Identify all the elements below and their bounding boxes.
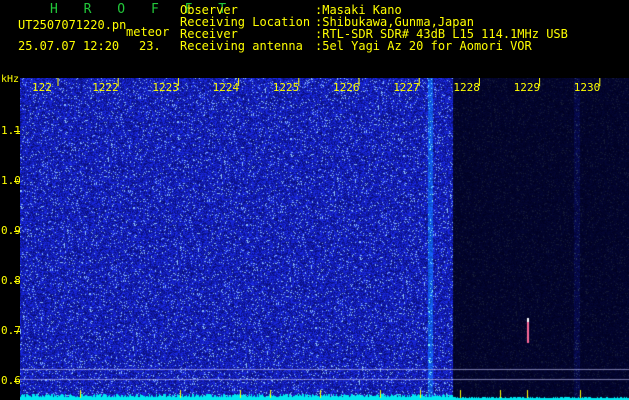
top-tick-label: 1223 [152, 81, 179, 94]
axis-unit-label: kHz [1, 74, 20, 85]
info-antenna: Receiving antenna :5el Yagi Az 20 for Aom… [180, 40, 568, 52]
top-tick-label: 1226 [333, 81, 360, 94]
top-tick-label: 1230 [574, 81, 601, 94]
file-name: UT2507071220.pn [18, 18, 127, 32]
top-tick-label: 1227 [393, 81, 420, 94]
info-value: :5el Yagi Az 20 for Aomori VOR [315, 39, 532, 53]
top-tick-label: 1228 [453, 81, 480, 94]
top-tick-label: 122 [32, 81, 52, 94]
top-tick-label: 1229 [514, 81, 541, 94]
header-panel: H R O F F T UT2507071220.pn meteor 25.07… [0, 0, 629, 78]
meteor-tag: meteor [126, 25, 170, 39]
top-tick-label: 1222 [92, 81, 119, 94]
counter-value: 23. [139, 39, 161, 53]
top-tick-label: 1224 [213, 81, 240, 94]
waterfall-overlay: 122 1222 1223 1224 1225 1226 1227 1228 1229 1230 [32, 78, 601, 94]
top-tick-label: 1225 [273, 81, 300, 94]
waterfall-display: 122 1222 1223 1224 1225 1226 1227 1228 1229 1230 [20, 78, 629, 400]
station-info: Observer:Masaki Kano Receiving Location:… [180, 4, 568, 52]
date-time: 25.07.07 12:20 [18, 39, 120, 53]
info-label: Receiving antenna [180, 39, 303, 53]
